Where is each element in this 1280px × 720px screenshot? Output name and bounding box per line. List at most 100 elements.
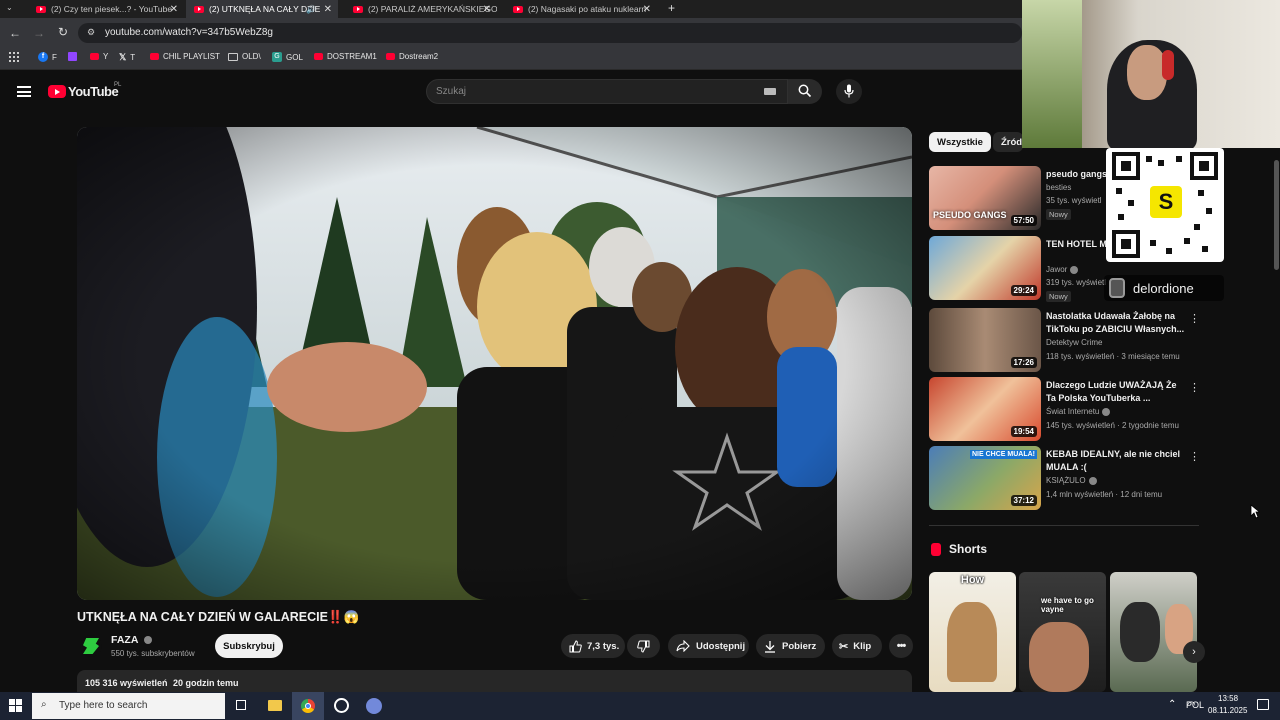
recommendation-item[interactable]: 17:26 Nastolatka Udawała Żałobę na TikTo… — [929, 308, 1200, 372]
channel-name-text: KSIĄŻULO — [1046, 476, 1086, 485]
clock-date[interactable]: 08.11.2025 — [1208, 706, 1247, 715]
bookmark-dostream2[interactable]: Dostream2 — [386, 52, 438, 61]
clip-label: Klip — [853, 640, 872, 652]
subscribe-button[interactable]: Subskrybuj — [215, 634, 283, 658]
speaker-icon[interactable]: 🔊 — [306, 5, 316, 14]
clock-time[interactable]: 13:58 — [1218, 694, 1238, 703]
search-button[interactable] — [788, 79, 822, 104]
close-icon[interactable]: ✕ — [643, 4, 651, 15]
more-vertical-icon[interactable]: ⋮ — [1189, 381, 1200, 394]
youtube-icon — [386, 53, 395, 60]
more-vertical-icon[interactable]: ⋮ — [1189, 450, 1200, 463]
search-input[interactable] — [426, 79, 788, 104]
notifications-icon[interactable] — [1257, 699, 1269, 710]
bookmark-twitch[interactable] — [68, 52, 77, 61]
chevron-right-icon: › — [1192, 646, 1196, 658]
file-explorer-icon[interactable] — [268, 700, 282, 711]
page-scrollbar[interactable] — [1274, 160, 1279, 270]
bookmark-label: F — [52, 52, 57, 62]
new-badge: Nowy — [1046, 291, 1071, 302]
voice-search-button[interactable] — [836, 79, 862, 104]
bookmark-gol[interactable]: G GOL — [272, 52, 303, 62]
shorts-item[interactable]: we have to go vayne — [1019, 572, 1106, 692]
recommendation-item[interactable]: 19:54 Dlaczego Ludzie UWAŻAJĄ Że Ta Pols… — [929, 377, 1200, 441]
video-thumbnail[interactable]: 29:24 — [929, 236, 1041, 300]
channel-name-text: Jawor — [1046, 265, 1068, 274]
close-icon[interactable]: ✕ — [170, 4, 178, 15]
site-info-icon[interactable]: ⚙ — [87, 27, 95, 38]
video-thumbnail[interactable]: NIE CHCE MUALA! 37:12 — [929, 446, 1041, 510]
streamer-name-overlay: delordione — [1104, 275, 1224, 301]
bookmark-x[interactable]: 𝕏 T — [119, 52, 135, 63]
browser-tab[interactable]: (2) Nagasaki po ataku nuklearn ✕ — [505, 0, 657, 18]
webcam-overlay — [1022, 0, 1280, 148]
apps-grid-icon[interactable] — [9, 52, 19, 62]
discord-icon[interactable] — [366, 698, 382, 714]
channel-name[interactable]: Jawor — [1046, 265, 1079, 274]
shorts-item[interactable]: How — [929, 572, 1016, 692]
bookmark-facebook[interactable]: f F — [38, 52, 57, 62]
address-url[interactable]: youtube.com/watch?v=347b5WebZ8g — [105, 27, 273, 38]
video-title: Nastolatka Udawała Żałobę na TikToku po … — [1046, 311, 1185, 334]
youtube-logo[interactable]: YouTube — [48, 84, 119, 99]
shorts-caption: How — [960, 574, 985, 586]
region-code: PL — [114, 82, 122, 88]
video-duration: 57:50 — [1010, 215, 1037, 226]
sidebar-divider — [929, 525, 1199, 526]
channel-name[interactable]: Detektyw Crime — [1046, 338, 1102, 347]
browser-tab[interactable]: (2) PARALIŻ AMERYKAŃSKIEGO ✕ — [345, 0, 497, 18]
hamburger-menu-icon[interactable] — [17, 86, 31, 97]
taskbar-search-placeholder: Type here to search — [59, 700, 148, 711]
channel-name[interactable]: besties — [1046, 183, 1071, 192]
channel-name[interactable]: Świat Internetu — [1046, 407, 1111, 416]
video-player[interactable] — [77, 127, 912, 600]
thumbnail-caption: NIE CHCE MUALA! — [970, 450, 1037, 459]
share-button[interactable]: Udostępnij — [668, 634, 749, 658]
tab-title: (2) PARALIŻ AMERYKAŃSKIEGO — [368, 4, 497, 14]
clip-button[interactable]: ✂ Klip — [832, 634, 882, 658]
dislike-button[interactable] — [627, 634, 660, 658]
close-icon[interactable]: ✕ — [324, 4, 332, 15]
bookmark-chil-playlist[interactable]: CHIL PLAYLIST — [150, 52, 220, 61]
back-icon[interactable]: ← — [9, 26, 21, 40]
bookmark-old-folder[interactable]: OLD\ — [228, 52, 261, 61]
search-icon: ⌕ — [41, 699, 47, 710]
windows-start-icon[interactable] — [9, 699, 22, 712]
channel-name[interactable]: KSIĄŻULO — [1046, 476, 1097, 485]
gol-icon: G — [272, 52, 282, 62]
reload-icon[interactable]: ↻ — [58, 25, 68, 39]
keyboard-icon[interactable] — [764, 88, 776, 95]
recommendation-item[interactable]: NIE CHCE MUALA! 37:12 KEBAB IDEALNY, ale… — [929, 446, 1200, 510]
like-button[interactable]: 7,3 tys. — [561, 634, 625, 658]
shorts-next-button[interactable]: › — [1183, 641, 1205, 663]
verified-icon — [143, 636, 152, 645]
video-thumbnail[interactable]: 17:26 — [929, 308, 1041, 372]
channel-logo-icon — [83, 638, 99, 654]
more-actions-button[interactable]: ••• — [889, 634, 913, 658]
more-vertical-icon[interactable]: ⋮ — [1189, 312, 1200, 325]
download-button[interactable]: Pobierz — [756, 634, 825, 658]
video-meta: 319 tys. wyświetl — [1046, 278, 1107, 287]
scissors-icon: ✂ — [839, 640, 849, 653]
shorts-header: Shorts — [931, 542, 987, 556]
shorts-item[interactable] — [1110, 572, 1197, 692]
channel-avatar[interactable] — [80, 635, 102, 657]
chip-all[interactable]: Wszystkie — [929, 132, 991, 152]
new-tab-icon[interactable]: + — [668, 1, 675, 15]
show-hidden-icons[interactable]: ⌃ — [1168, 699, 1176, 710]
cartoon-deer-image — [947, 602, 997, 682]
channel-name[interactable]: FAZA — [111, 634, 152, 646]
video-thumbnail[interactable]: PSEUDO GANGS 57:50 — [929, 166, 1041, 230]
input-language[interactable]: POL — [1186, 700, 1204, 710]
taskbar-app-icon[interactable] — [334, 698, 349, 713]
bookmark-dostream1[interactable]: DOSTREAM1 — [314, 52, 377, 61]
video-thumbnail[interactable]: 19:54 — [929, 377, 1041, 441]
tab-search-icon[interactable]: ⌄ — [6, 3, 20, 15]
forward-icon[interactable]: → — [33, 26, 45, 40]
browser-tab[interactable]: (2) Czy ten piesek...? - YouTube ✕ — [28, 0, 184, 18]
bookmark-youtube[interactable]: Y — [90, 52, 108, 61]
task-view-icon[interactable] — [236, 700, 246, 710]
browser-tab-active[interactable]: (2) UTKNĘŁA NA CAŁY DZIE 🔊 ✕ — [186, 0, 338, 18]
chip-source[interactable]: Źródł — [993, 132, 1023, 152]
close-icon[interactable]: ✕ — [483, 4, 491, 15]
